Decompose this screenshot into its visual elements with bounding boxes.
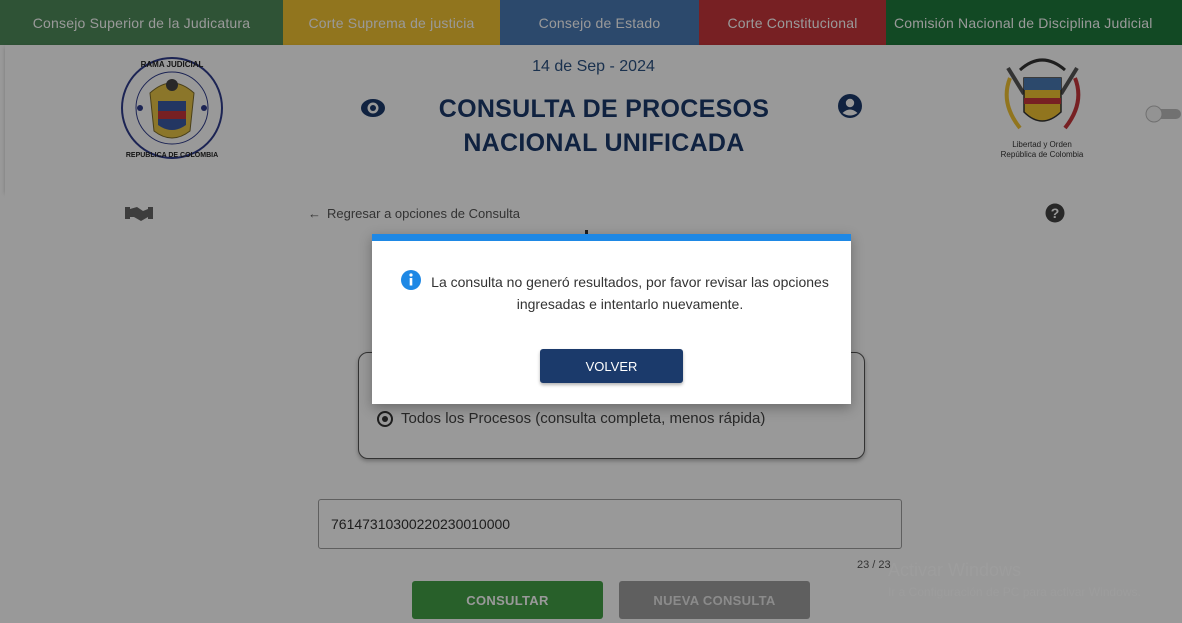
dialog-message: La consulta no generó resultados, por fa… xyxy=(431,274,829,312)
windows-activation-watermark: Activar Windows Ir a Configuración de PC… xyxy=(888,560,1141,599)
info-icon xyxy=(401,270,421,290)
volver-button[interactable]: VOLVER xyxy=(540,349,683,383)
no-results-dialog: La consulta no generó resultados, por fa… xyxy=(372,234,851,404)
